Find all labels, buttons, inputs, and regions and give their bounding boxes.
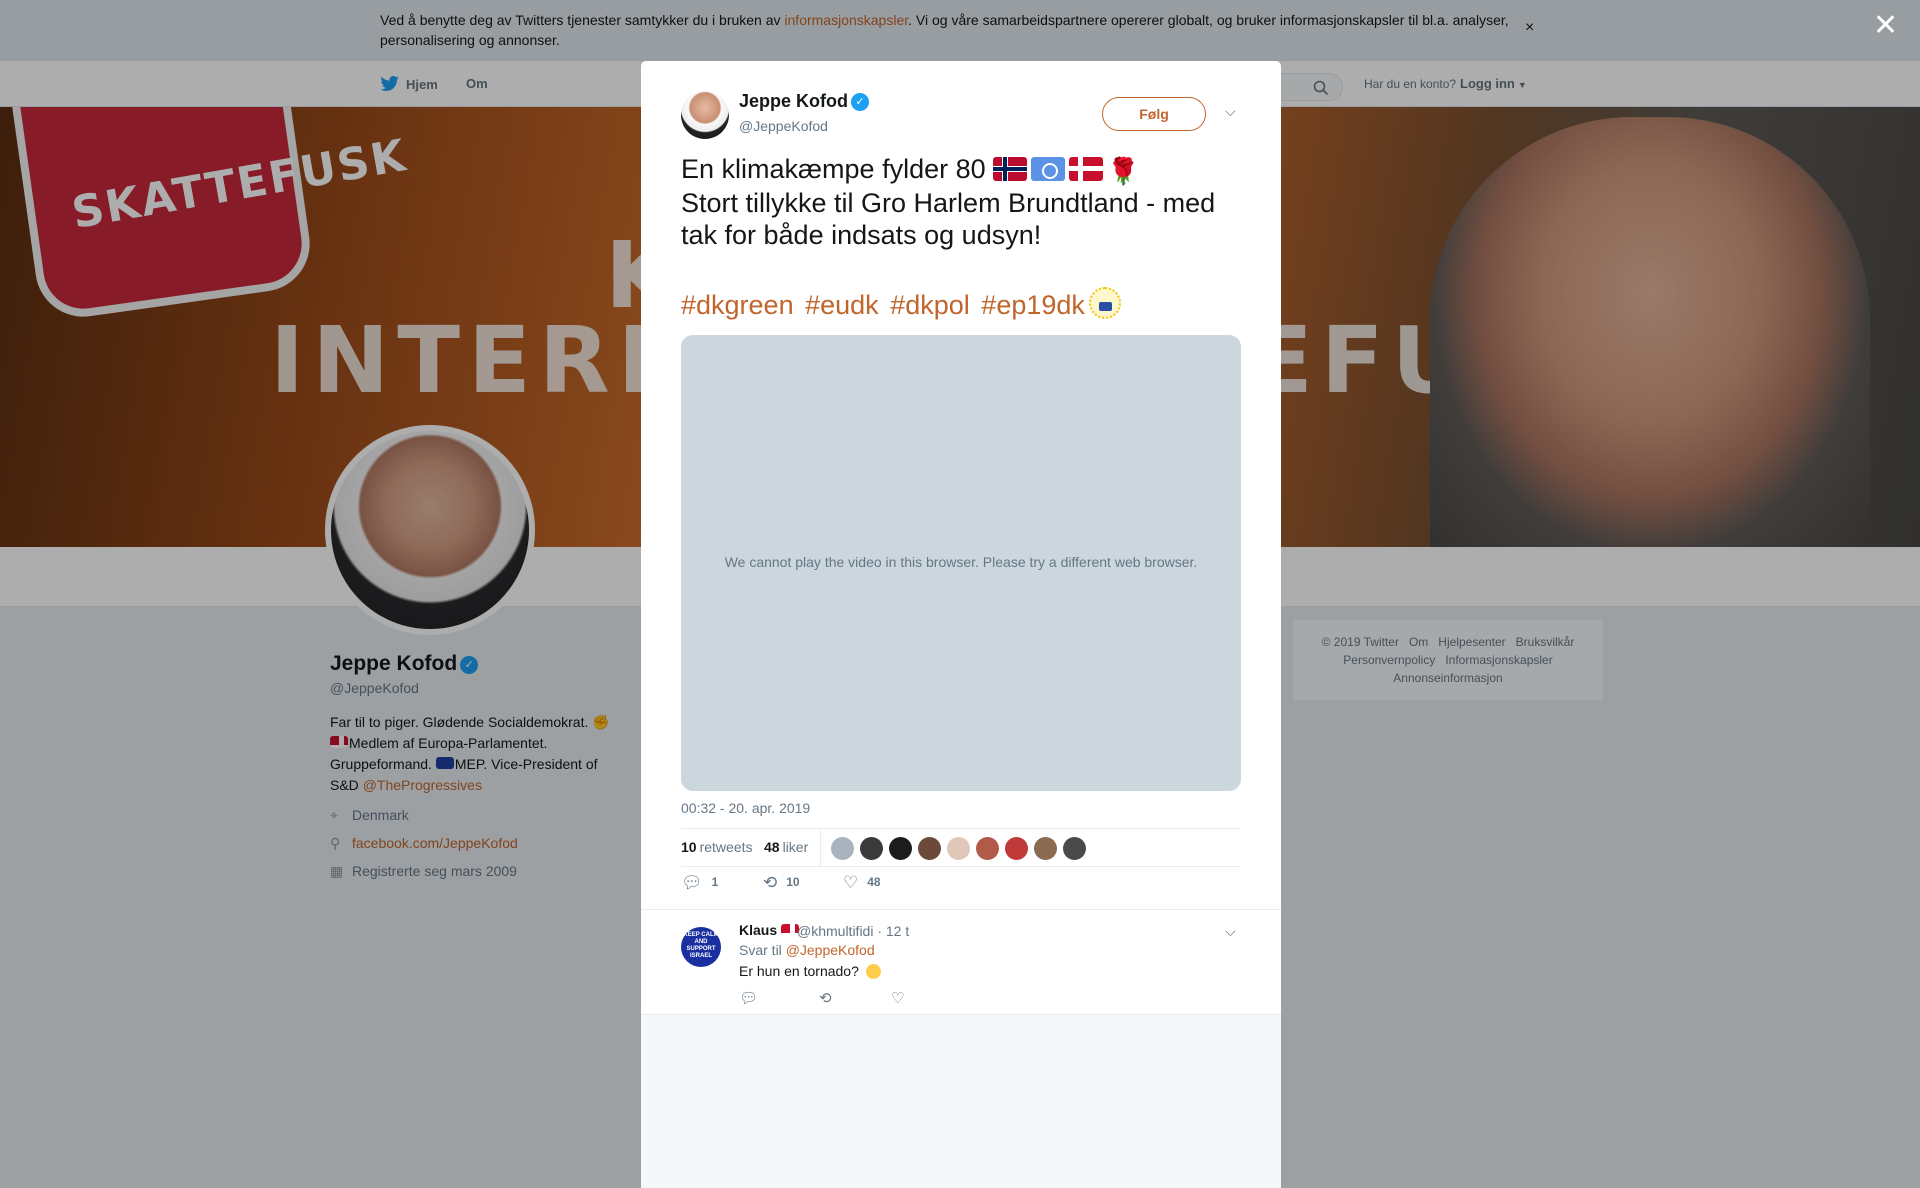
liker-avatar[interactable] bbox=[860, 837, 883, 860]
video-error-message: We cannot play the video in this browser… bbox=[724, 554, 1198, 570]
retweet-action[interactable]: ⟲ 10 bbox=[763, 873, 800, 893]
tweet-author-handle[interactable]: @JeppeKofod bbox=[739, 118, 828, 134]
like-action-count: 48 bbox=[867, 875, 881, 889]
tweet-text: En klimakæmpe fylder 80 🌹 Stort tillykke… bbox=[681, 153, 1251, 251]
tweet-reply-separator bbox=[641, 909, 1281, 910]
follow-button[interactable]: Følg bbox=[1102, 97, 1206, 131]
reply-text-content: Er hun en tornado? bbox=[739, 963, 863, 979]
stats-divider bbox=[820, 829, 821, 867]
reply-action[interactable]: 💬︎ 1 bbox=[681, 873, 718, 893]
reply-author-handle[interactable]: @khmultifidi · 12 t bbox=[797, 923, 909, 939]
hashtag-link[interactable]: #dkpol bbox=[890, 290, 970, 320]
rose-icon: 🌹 bbox=[1107, 156, 1140, 186]
reply-author-avatar[interactable]: KEEP CALM AND SUPPORT ISRAEL bbox=[681, 927, 721, 967]
liker-avatar[interactable] bbox=[947, 837, 970, 860]
liker-avatar[interactable] bbox=[1034, 837, 1057, 860]
tweet-author-name-text: Jeppe Kofod bbox=[739, 91, 849, 111]
liker-avatar[interactable] bbox=[831, 837, 854, 860]
reply-author-name-text: Klaus bbox=[739, 922, 778, 938]
retweets-stat[interactable]: 10 retweets bbox=[681, 839, 753, 855]
retweets-label: retweets bbox=[699, 839, 753, 855]
retweet-icon: ⟲ bbox=[763, 873, 778, 892]
liker-avatar[interactable] bbox=[889, 837, 912, 860]
liker-avatar[interactable] bbox=[1063, 837, 1086, 860]
reply-handle-text: @khmultifidi bbox=[797, 923, 874, 939]
tweet-text-line: En klimakæmpe fylder 80 bbox=[681, 154, 994, 184]
reply-options-chevron-icon[interactable]: ⌵ bbox=[1225, 923, 1236, 940]
denmark-flag-icon bbox=[1069, 157, 1104, 181]
retweets-count: 10 bbox=[681, 839, 697, 855]
more-replies-area bbox=[641, 1014, 1281, 1188]
likes-count: 48 bbox=[764, 839, 780, 855]
ballot-box-icon bbox=[1088, 287, 1121, 319]
tweet-author-avatar[interactable] bbox=[681, 91, 729, 139]
retweet-action-count: 10 bbox=[786, 875, 800, 889]
reply-retweet-icon[interactable]: ⟲ bbox=[819, 989, 832, 1007]
tweet-hashtags: #dkgreen #eudk #dkpol #ep19dk bbox=[681, 287, 1125, 321]
tweet-options-chevron-icon[interactable]: ⌵ bbox=[1225, 103, 1236, 120]
video-player[interactable]: We cannot play the video in this browser… bbox=[681, 335, 1241, 791]
avatar-logo-text: KEEP CALM AND SUPPORT ISRAEL bbox=[683, 932, 719, 959]
tweet-timestamp[interactable]: 00:32 - 20. apr. 2019 bbox=[681, 800, 810, 816]
reply-icon: 💬︎ bbox=[681, 873, 703, 892]
tweet-modal: Jeppe Kofod ✓ @JeppeKofod Følg ⌵ En klima… bbox=[641, 61, 1281, 1188]
liker-avatar[interactable] bbox=[918, 837, 941, 860]
reply-reply-icon[interactable]: 💬︎ bbox=[739, 989, 758, 1007]
thinking-face-icon bbox=[865, 964, 881, 979]
tweet-actions: 💬︎ 1 ⟲ 10 ♡ 48 bbox=[681, 873, 1241, 897]
liker-avatar[interactable] bbox=[1005, 837, 1028, 860]
like-action[interactable]: ♡ 48 bbox=[843, 873, 881, 893]
reply-to-link[interactable]: @JeppeKofod bbox=[786, 942, 875, 958]
un-flag-icon bbox=[1031, 157, 1066, 181]
reply-heart-icon[interactable]: ♡ bbox=[891, 989, 904, 1007]
close-modal-icon[interactable]: ✕ bbox=[1873, 8, 1898, 43]
likes-stat[interactable]: 48 liker bbox=[764, 839, 808, 855]
reply-time[interactable]: · 12 t bbox=[877, 923, 909, 939]
tweet-stats: 10 retweets 48 liker bbox=[681, 828, 1241, 867]
reply-count: 1 bbox=[711, 875, 719, 889]
norway-flag-icon bbox=[993, 157, 1028, 181]
hashtag-link[interactable]: #ep19dk bbox=[981, 290, 1085, 320]
likes-label: liker bbox=[782, 839, 809, 855]
hashtag-link[interactable]: #eudk bbox=[805, 290, 879, 320]
tweet-author-name[interactable]: Jeppe Kofod ✓ bbox=[739, 91, 870, 112]
reply-context: Svar til @JeppeKofod bbox=[739, 942, 875, 958]
verified-badge-icon: ✓ bbox=[851, 93, 870, 111]
reply-author-name[interactable]: Klaus bbox=[739, 922, 803, 938]
reply-text: Er hun en tornado? bbox=[739, 963, 881, 979]
liker-avatar[interactable] bbox=[976, 837, 999, 860]
reply-to-label: Svar til bbox=[739, 942, 786, 958]
hashtag-link[interactable]: #dkgreen bbox=[681, 290, 794, 320]
heart-icon: ♡ bbox=[843, 873, 859, 892]
tweet-text-line: Stort tillykke til Gro Harlem Brundtland… bbox=[681, 188, 1216, 250]
